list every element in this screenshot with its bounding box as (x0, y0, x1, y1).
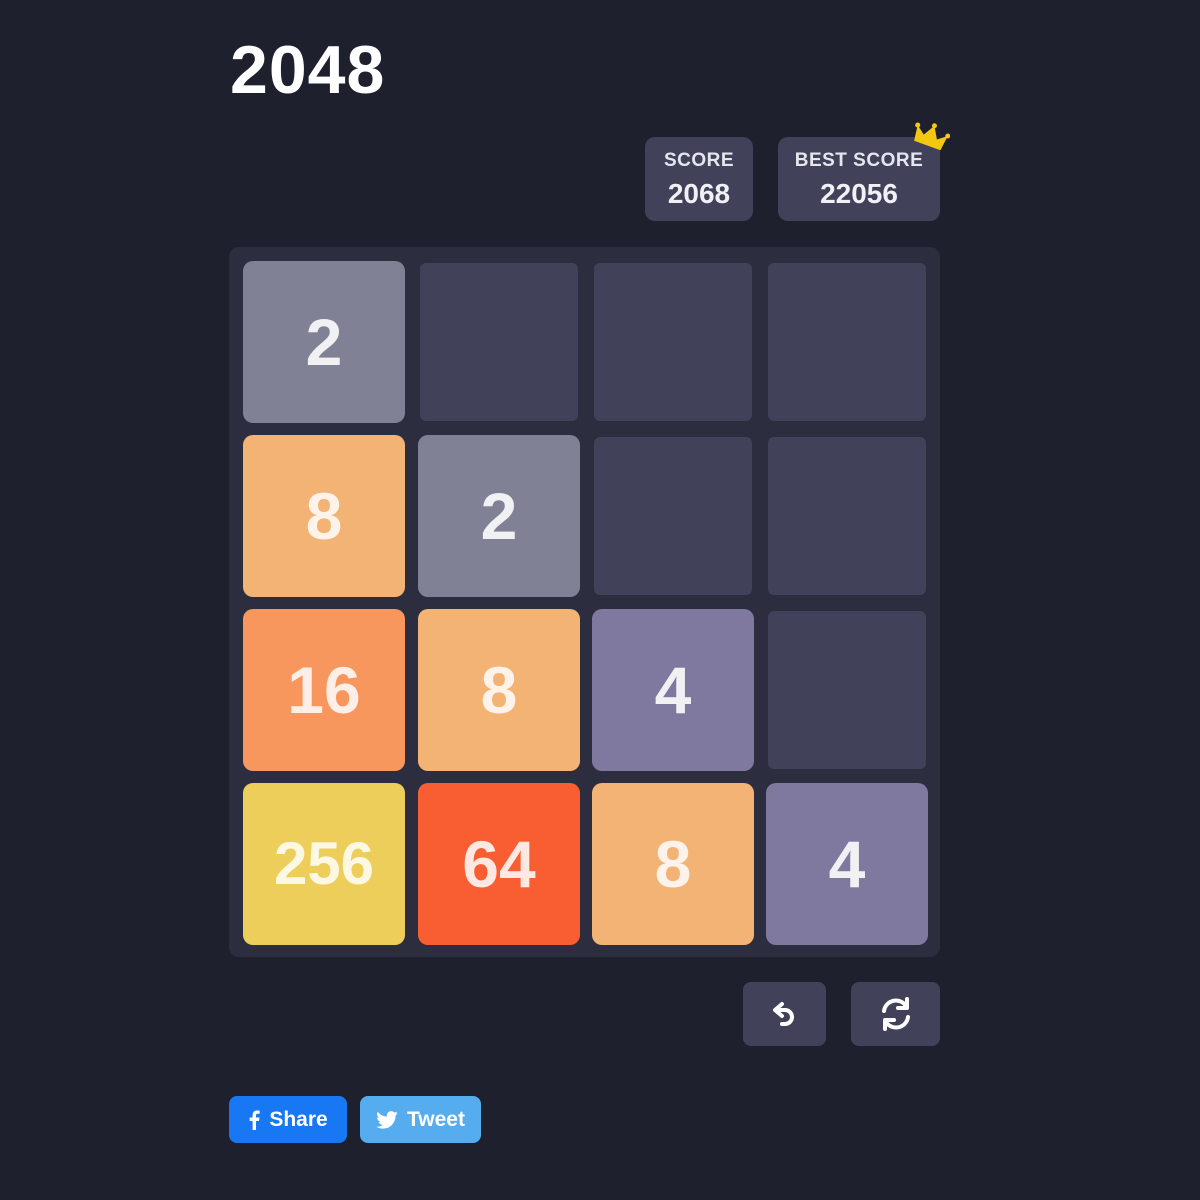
score-box: SCORE 2068 (645, 137, 753, 221)
tile-256: 256 (243, 783, 405, 945)
restart-icon (881, 997, 910, 1031)
undo-button[interactable] (743, 982, 826, 1046)
game-title: 2048 (230, 32, 386, 108)
tweet-label: Tweet (407, 1107, 465, 1131)
undo-icon (772, 1002, 794, 1026)
tile-16: 16 (243, 609, 405, 771)
tile-4: 4 (592, 609, 754, 771)
tile-8: 8 (243, 435, 405, 597)
twitter-icon (376, 1110, 398, 1129)
best-score-value: 22056 (820, 177, 898, 209)
score-label: SCORE (663, 149, 735, 171)
share-label: Share (269, 1107, 328, 1131)
tile-8: 8 (418, 609, 580, 771)
twitter-tweet-button[interactable]: Tweet (360, 1096, 481, 1143)
board-cell (594, 437, 752, 595)
board-cell (594, 263, 752, 421)
best-score-label: BEST SCORE (794, 149, 924, 171)
board-cell (768, 263, 926, 421)
score-value: 2068 (667, 177, 731, 209)
crown-icon (914, 122, 950, 151)
tile-2: 2 (418, 435, 580, 597)
restart-button[interactable] (851, 982, 940, 1046)
facebook-share-button[interactable]: Share (229, 1096, 347, 1143)
tile-8: 8 (592, 783, 754, 945)
game-board[interactable]: 2 8 2 16 8 4 256 64 8 4 (229, 247, 940, 957)
board-cell (768, 437, 926, 595)
facebook-icon (248, 1110, 260, 1130)
board-cell (420, 263, 578, 421)
board-cell (768, 611, 926, 769)
tile-4: 4 (766, 783, 928, 945)
tile-64: 64 (418, 783, 580, 945)
tile-2: 2 (243, 261, 405, 423)
